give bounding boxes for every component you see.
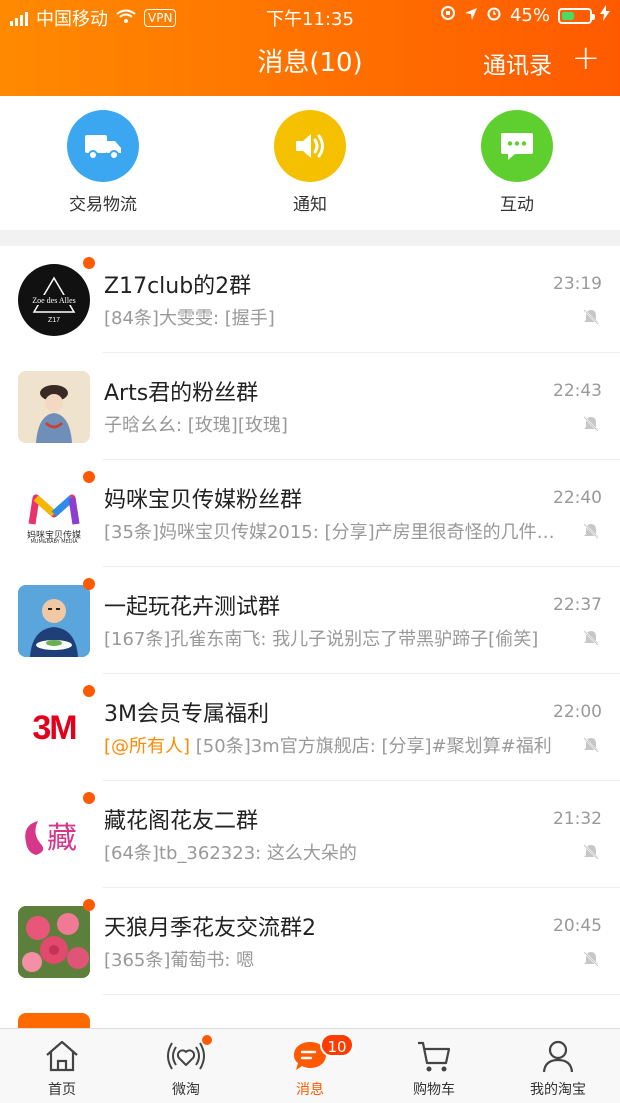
svg-text:Z17: Z17	[48, 317, 60, 324]
profile-icon	[542, 1040, 574, 1073]
zoe-des-alles-avatar: Zoe des Alles Z17	[18, 264, 90, 336]
tab-label: 首页	[48, 1082, 76, 1098]
tab-label: 购物车	[413, 1082, 455, 1098]
conversation-name: Z17club的2群	[104, 274, 252, 299]
tab-home[interactable]: 首页	[0, 1029, 124, 1103]
svg-text:Zoe des Alles: Zoe des Alles	[32, 296, 76, 305]
preview-text: [50条]3m官方旗舰店: [分享]#聚划算#福利	[195, 736, 552, 757]
tab-weitao[interactable]: 微淘	[124, 1029, 248, 1103]
location-icon	[464, 5, 478, 26]
cang-avatar: 藏	[18, 799, 90, 871]
conversation-name: 藏花阁花友二群	[104, 809, 259, 834]
mute-bell-icon	[582, 843, 600, 865]
quick-item-logistics[interactable]: 交易物流	[43, 110, 163, 215]
conversation-name: Arts君的粉丝群	[104, 381, 259, 406]
conversation-time: 22:43	[553, 381, 602, 401]
conversation-name: 3M会员专属福利	[104, 702, 269, 727]
status-bar: 中国移动 VPN 下午11:35 45%	[0, 0, 620, 32]
conversation-row-partial[interactable]	[0, 995, 620, 1028]
conversation-row[interactable]: 天狼月季花友交流群2 20:45 [365条]葡萄书: 嗯	[0, 888, 620, 995]
speaker-icon	[274, 110, 346, 182]
weitao-icon	[167, 1042, 205, 1070]
3m-avatar: 3M	[18, 692, 90, 764]
conversation-list: Zoe des Alles Z17 Z17club的2群 23:19 [84条]大…	[0, 246, 620, 1028]
alarm-icon	[486, 5, 502, 26]
arts-avatar	[18, 371, 90, 443]
quick-actions: 交易物流 通知 互动	[0, 96, 620, 230]
cart-icon	[418, 1041, 451, 1072]
conversation-preview: [@所有人] [50条]3m官方旗舰店: [分享]#聚划算#福利	[104, 732, 564, 758]
conversation-row[interactable]: 妈咪宝贝传媒 MUM&BABY MEDIA 妈咪宝贝传媒粉丝群 22:40 [3…	[0, 460, 620, 567]
mute-bell-icon	[582, 522, 600, 544]
tab-messages[interactable]: 10 消息	[248, 1029, 372, 1103]
partial-avatar	[18, 1013, 90, 1028]
conversation-row[interactable]: Zoe des Alles Z17 Z17club的2群 23:19 [84条]大…	[0, 246, 620, 353]
conversation-preview: 子晗幺幺: [玫瑰][玫瑰]	[104, 415, 288, 436]
mute-bell-icon	[582, 629, 600, 651]
conversation-time: 22:40	[553, 488, 602, 508]
conversation-preview: [64条]tb_362323: 这么大朵的	[104, 843, 357, 864]
conversation-preview: [84条]大雯雯: [握手]	[104, 308, 275, 329]
conversation-time: 22:37	[553, 595, 602, 615]
conversation-preview: [365条]葡萄书: 嗯	[104, 950, 255, 971]
mute-bell-icon	[582, 415, 600, 437]
tab-label: 微淘	[172, 1082, 200, 1098]
battery-percent: 45%	[509, 5, 550, 26]
logo-text: 藏	[47, 821, 77, 856]
unread-dot	[83, 899, 95, 911]
tab-cart[interactable]: 购物车	[372, 1029, 496, 1103]
quick-label: 互动	[500, 195, 534, 215]
conversation-time: 23:19	[553, 274, 602, 294]
rotation-lock-icon	[440, 5, 456, 26]
conversation-row[interactable]: Arts君的粉丝群 22:43 子晗幺幺: [玫瑰][玫瑰]	[0, 353, 620, 460]
tab-bar: 首页 微淘 10 消息 购物车 我的淘宝	[0, 1028, 620, 1103]
conversation-preview: [35条]妈咪宝贝传媒2015: [分享]产房里很奇怪的几件事，看了觉得很新奇	[104, 522, 564, 543]
battery-icon	[558, 7, 595, 24]
quick-label: 通知	[293, 195, 327, 215]
conversation-preview: [167条]孔雀东南飞: 我儿子说别忘了带黑驴蹄子[偷笑]	[104, 629, 539, 650]
unread-dot	[83, 471, 95, 483]
quick-label: 交易物流	[69, 195, 137, 215]
chat-icon	[481, 110, 553, 182]
charging-icon	[600, 5, 610, 26]
roses-avatar	[18, 906, 90, 978]
conversation-name: 天狼月季花友交流群2	[104, 916, 316, 941]
mute-bell-icon	[582, 736, 600, 758]
tab-label: 消息	[296, 1082, 324, 1098]
mum-baby-media-avatar: 妈咪宝贝传媒 MUM&BABY MEDIA	[18, 478, 90, 550]
conversation-name: 妈咪宝贝传媒粉丝群	[104, 488, 303, 513]
unread-dot	[83, 578, 95, 590]
quick-item-interaction[interactable]: 互动	[457, 110, 577, 215]
conversation-row[interactable]: 一起玩花卉测试群 22:37 [167条]孔雀东南飞: 我儿子说别忘了带黑驴蹄子…	[0, 567, 620, 674]
conversation-row[interactable]: 3M 3M会员专属福利 22:00 [@所有人] [50条]3m官方旗舰店: […	[0, 674, 620, 781]
mute-bell-icon	[582, 308, 600, 330]
conversation-name: 一起玩花卉测试群	[104, 595, 281, 620]
conversation-time: 22:00	[553, 702, 602, 722]
unread-dot	[83, 685, 95, 697]
conversation-row[interactable]: 藏 藏花阁花友二群 21:32 [64条]tb_362323: 这么大朵的	[0, 781, 620, 888]
truck-icon	[67, 110, 139, 182]
conversation-time: 20:45	[553, 916, 602, 936]
tab-badge: 10	[320, 1033, 354, 1057]
logo-text: 3M	[32, 708, 77, 747]
logo-subtext: MUM&BABY MEDIA	[30, 539, 78, 545]
tab-unread-dot	[202, 1035, 212, 1045]
add-button[interactable]: +	[572, 38, 601, 78]
contacts-button[interactable]: 通讯录	[483, 46, 552, 80]
tab-profile[interactable]: 我的淘宝	[496, 1029, 620, 1103]
unread-dot	[83, 257, 95, 269]
app-header: 中国移动 VPN 下午11:35 45% 消息(10) 通讯录 +	[0, 0, 620, 96]
photo-avatar	[18, 585, 90, 657]
mention-tag: [@所有人]	[104, 736, 191, 757]
unread-dot	[83, 792, 95, 804]
conversation-time: 21:32	[553, 809, 602, 829]
home-icon	[46, 1040, 78, 1072]
tab-label: 我的淘宝	[530, 1082, 586, 1098]
quick-item-notice[interactable]: 通知	[250, 110, 370, 215]
mute-bell-icon	[582, 950, 600, 972]
